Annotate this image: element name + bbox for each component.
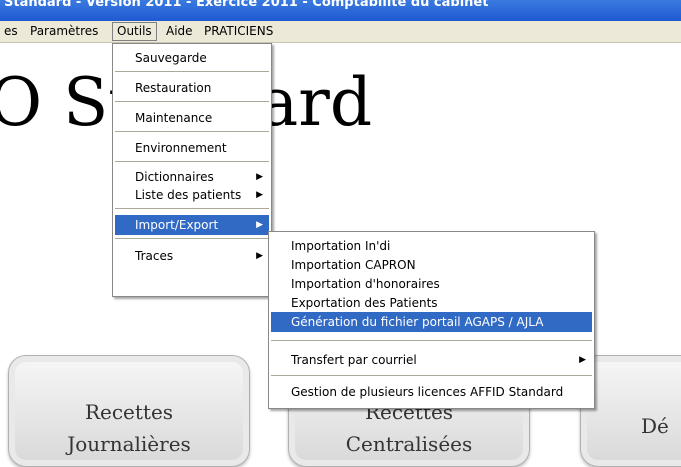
menu-separator bbox=[271, 375, 592, 377]
tile-recettes-journalieres[interactable]: Recettes Journalières bbox=[8, 355, 250, 467]
menu-item-traces[interactable]: Traces ▶ bbox=[115, 246, 269, 266]
submenu-arrow-icon: ▶ bbox=[256, 190, 263, 200]
submenu-arrow-icon: ▶ bbox=[256, 172, 263, 182]
window-titlebar: Standard - Version 2011 - Exercice 2011 … bbox=[0, 0, 681, 21]
menu-separator bbox=[115, 208, 269, 210]
menu-item-importation-indi[interactable]: Importation In'di bbox=[271, 236, 592, 256]
menu-item-transfert-par-courriel[interactable]: Transfert par courriel ▶ bbox=[271, 350, 592, 370]
menu-item-label: Dictionnaires bbox=[135, 170, 214, 184]
menu-item-environnement[interactable]: Environnement bbox=[115, 138, 289, 158]
menu-item-importation-honoraires[interactable]: Importation d'honoraires bbox=[271, 274, 592, 294]
menu-item-label: Transfert par courriel bbox=[291, 353, 417, 367]
tile-label-line2: Journalières bbox=[67, 432, 191, 456]
menu-item-maintenance[interactable]: Maintenance bbox=[115, 108, 289, 128]
window-title: Standard - Version 2011 - Exercice 2011 … bbox=[4, 0, 489, 10]
menu-separator bbox=[115, 71, 269, 73]
menu-item-label: Import/Export bbox=[135, 218, 219, 232]
menu-aide[interactable]: Aide bbox=[162, 23, 197, 40]
menu-separator bbox=[115, 161, 269, 163]
submenu-arrow-icon: ▶ bbox=[256, 251, 263, 261]
menu-item-exportation-patients[interactable]: Exportation des Patients bbox=[271, 293, 592, 313]
import-export-submenu: Importation In'di Importation CAPRON Imp… bbox=[268, 231, 595, 409]
menu-item-liste-des-patients[interactable]: Liste des patients ▶ bbox=[115, 185, 269, 205]
menu-item-generation-fichier-portail[interactable]: Génération du fichier portail AGAPS / AJ… bbox=[271, 312, 592, 332]
tile-label-line1: Dé bbox=[641, 414, 669, 438]
menu-item-import-export[interactable]: Import/Export ▶ bbox=[115, 215, 269, 235]
menu-parametres[interactable]: Paramètres bbox=[26, 23, 102, 40]
menu-separator bbox=[115, 238, 269, 240]
submenu-arrow-icon: ▶ bbox=[579, 355, 586, 365]
tile-label-line1: Recettes bbox=[84, 400, 174, 424]
menu-item-dictionnaires[interactable]: Dictionnaires ▶ bbox=[115, 167, 269, 187]
submenu-arrow-icon: ▶ bbox=[256, 220, 263, 230]
menu-item-label: Traces bbox=[135, 249, 174, 263]
menu-item-sauvegarde[interactable]: Sauvegarde bbox=[115, 48, 289, 68]
menu-item-label: Liste des patients bbox=[135, 188, 242, 202]
menu-item-importation-capron[interactable]: Importation CAPRON bbox=[271, 255, 592, 275]
outils-menu: Sauvegarde Restauration Maintenance Envi… bbox=[112, 43, 272, 297]
menu-item-restauration[interactable]: Restauration bbox=[115, 78, 289, 98]
menu-item-gestion-licences[interactable]: Gestion de plusieurs licences AFFID Stan… bbox=[271, 382, 592, 402]
menu-separator bbox=[115, 101, 269, 103]
menu-separator bbox=[115, 131, 269, 133]
menu-outils[interactable]: Outils bbox=[112, 22, 157, 41]
tile-label-line2: Centralisées bbox=[345, 432, 473, 456]
menu-praticiens[interactable]: PRATICIENS bbox=[200, 23, 277, 40]
menu-bar: es Paramètres Outils Aide PRATICIENS bbox=[0, 21, 681, 43]
menu-separator bbox=[271, 340, 592, 342]
menu-fichier-partial[interactable]: es bbox=[0, 23, 22, 40]
tile-depenses[interactable]: Dé bbox=[580, 355, 681, 467]
